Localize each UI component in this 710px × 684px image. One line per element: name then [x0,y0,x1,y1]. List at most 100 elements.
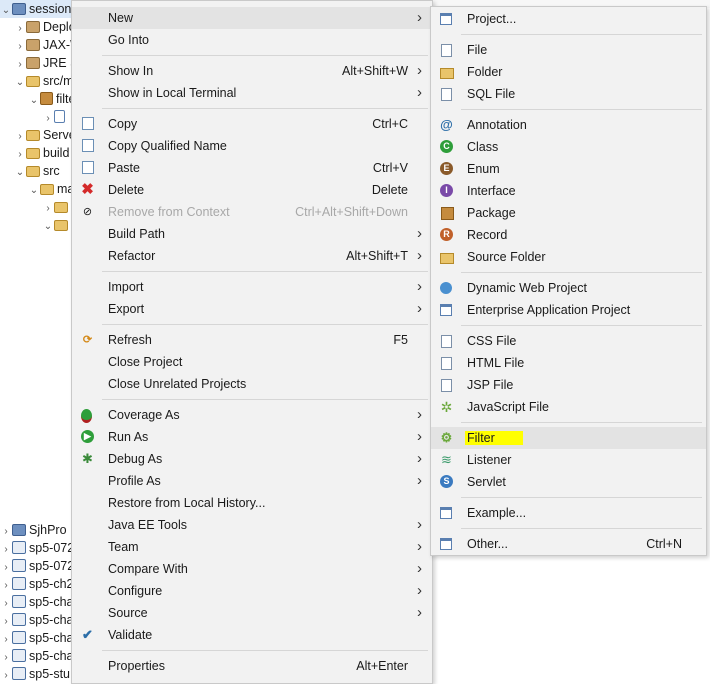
menu-item-show-in[interactable]: Show In Alt+Shift+W › [72,60,432,82]
menu-item-export[interactable]: Export › [72,298,432,320]
menu-item-show-in-local-terminal[interactable]: Show in Local Terminal › [72,82,432,104]
menu-item-paste[interactable]: Paste Ctrl+V [72,157,432,179]
menu-item-source[interactable]: Source › [72,602,432,624]
chevron-right-icon[interactable]: › [0,667,12,683]
menu-item-source-folder[interactable]: Source Folder [431,246,706,268]
tree-item[interactable]: › sp5-stu [0,665,72,683]
chevron-down-icon[interactable]: ⌄ [28,182,40,198]
chevron-right-icon[interactable]: › [0,595,12,611]
menu-item-html-file[interactable]: HTML File [431,352,706,374]
menu-item-example[interactable]: Example... [431,502,706,524]
chevron-right-icon[interactable]: › [14,146,26,162]
menu-item-label: Close Project [108,355,183,369]
tree-item[interactable]: › sp5-cha [0,629,72,647]
menu-item-copy-qualified-name[interactable]: Copy Qualified Name [72,135,432,157]
chevron-right-icon[interactable]: › [14,38,26,54]
javascript-file-icon: ✲ [440,399,453,415]
menu-item-debug-as[interactable]: ✱ Debug As › [72,448,432,470]
menu-item-project[interactable]: Project... [431,8,706,30]
menu-item-go-into[interactable]: Go Into [72,29,432,51]
menu-item-interface[interactable]: I Interface [431,180,706,202]
menu-separator [461,422,702,423]
tree-item[interactable]: › sp5-cha [0,611,72,629]
menu-item-record[interactable]: R Record [431,224,706,246]
menu-item-refactor[interactable]: Refactor Alt+Shift+T › [72,245,432,267]
menu-item-team[interactable]: Team › [72,536,432,558]
menu-item-new[interactable]: New › [72,7,432,29]
chevron-right-icon[interactable]: › [0,577,12,593]
menu-item-servlet[interactable]: S Servlet [431,471,706,493]
tree-item[interactable]: › sp5-072 [0,539,72,557]
chevron-right-icon[interactable]: › [0,649,12,665]
tree-item[interactable]: › sp5-ch2 [0,575,72,593]
chevron-down-icon[interactable]: ⌄ [28,92,40,108]
menu-item-properties[interactable]: Properties Alt+Enter [72,655,432,677]
chevron-right-icon[interactable]: › [0,631,12,647]
shortcut-hint: Alt+Enter [356,659,408,673]
tree-item-label: sp5-cha [29,649,72,663]
menu-item-css-file[interactable]: CSS File [431,330,706,352]
menu-item-class[interactable]: C Class [431,136,706,158]
menu-item-import[interactable]: Import › [72,276,432,298]
chevron-down-icon[interactable]: ⌄ [14,74,26,90]
menu-item-other[interactable]: Other... Ctrl+N [431,533,706,555]
chevron-right-icon[interactable]: › [14,56,26,72]
menu-item-enterprise-application-project[interactable]: Enterprise Application Project [431,299,706,321]
menu-separator [461,528,702,529]
project-icon [12,541,26,554]
menu-item-coverage-as[interactable]: Coverage As › [72,404,432,426]
source-folder-icon [440,253,454,264]
menu-item-label: Run As [108,430,149,444]
shortcut-hint: Ctrl+C [372,117,408,131]
paste-icon [82,161,94,174]
menu-item-delete[interactable]: ✖ Delete Delete [72,179,432,201]
menu-item-close-project[interactable]: Close Project [72,351,432,373]
menu-item-file[interactable]: File [431,39,706,61]
chevron-right-icon[interactable]: › [0,523,12,539]
menu-item-close-unrelated-projects[interactable]: Close Unrelated Projects [72,373,432,395]
menu-item-compare-with[interactable]: Compare With › [72,558,432,580]
menu-item-jsp-file[interactable]: JSP File [431,374,706,396]
menu-item-run-as[interactable]: ▶ Run As › [72,426,432,448]
submenu-arrow-icon: › [417,516,422,533]
menu-item-copy[interactable]: Copy Ctrl+C [72,113,432,135]
menu-item-java-ee-tools[interactable]: Java EE Tools › [72,514,432,536]
menu-item-restore-from-local-history[interactable]: Restore from Local History... [72,492,432,514]
tree-item[interactable]: › SjhPro [0,521,72,539]
chevron-right-icon[interactable]: › [14,128,26,144]
tree-item[interactable]: ⌄session0627 [0,0,82,18]
project-icon [12,631,26,644]
menu-item-build-path[interactable]: Build Path › [72,223,432,245]
pkg-icon [40,92,53,105]
menu-item-profile-as[interactable]: Profile As › [72,470,432,492]
menu-item-filter[interactable]: ⚙ Filter [431,427,706,449]
menu-item-javascript-file[interactable]: ✲ JavaScript File [431,396,706,418]
chevron-right-icon[interactable]: › [0,613,12,629]
chevron-down-icon[interactable]: ⌄ [0,2,12,18]
lib-icon [26,57,40,69]
tree-item[interactable]: › sp5-cha [0,647,72,665]
chevron-right-icon[interactable]: › [42,110,54,126]
menu-item-refresh[interactable]: ⟳ Refresh F5 [72,329,432,351]
shortcut-hint: Delete [371,183,408,197]
menu-item-listener[interactable]: ≋ Listener [431,449,706,471]
menu-item-validate[interactable]: ✔ Validate [72,624,432,646]
menu-item-sql-file[interactable]: SQL File [431,83,706,105]
chevron-right-icon[interactable]: › [14,20,26,36]
submenu-arrow-icon: › [417,450,422,467]
menu-item-dynamic-web-project[interactable]: Dynamic Web Project [431,277,706,299]
tree-item[interactable]: › sp5-072 [0,557,72,575]
menu-item-annotation[interactable]: @ Annotation [431,114,706,136]
example-icon [440,507,452,519]
menu-separator [102,650,428,651]
chevron-down-icon[interactable]: ⌄ [14,164,26,180]
chevron-right-icon[interactable]: › [0,559,12,575]
chevron-right-icon[interactable]: › [0,541,12,557]
menu-item-package[interactable]: Package [431,202,706,224]
chevron-right-icon[interactable]: › [42,200,54,216]
menu-item-configure[interactable]: Configure › [72,580,432,602]
menu-item-folder[interactable]: Folder [431,61,706,83]
menu-item-enum[interactable]: E Enum [431,158,706,180]
chevron-down-icon[interactable]: ⌄ [42,218,54,234]
tree-item[interactable]: › sp5-cha [0,593,72,611]
